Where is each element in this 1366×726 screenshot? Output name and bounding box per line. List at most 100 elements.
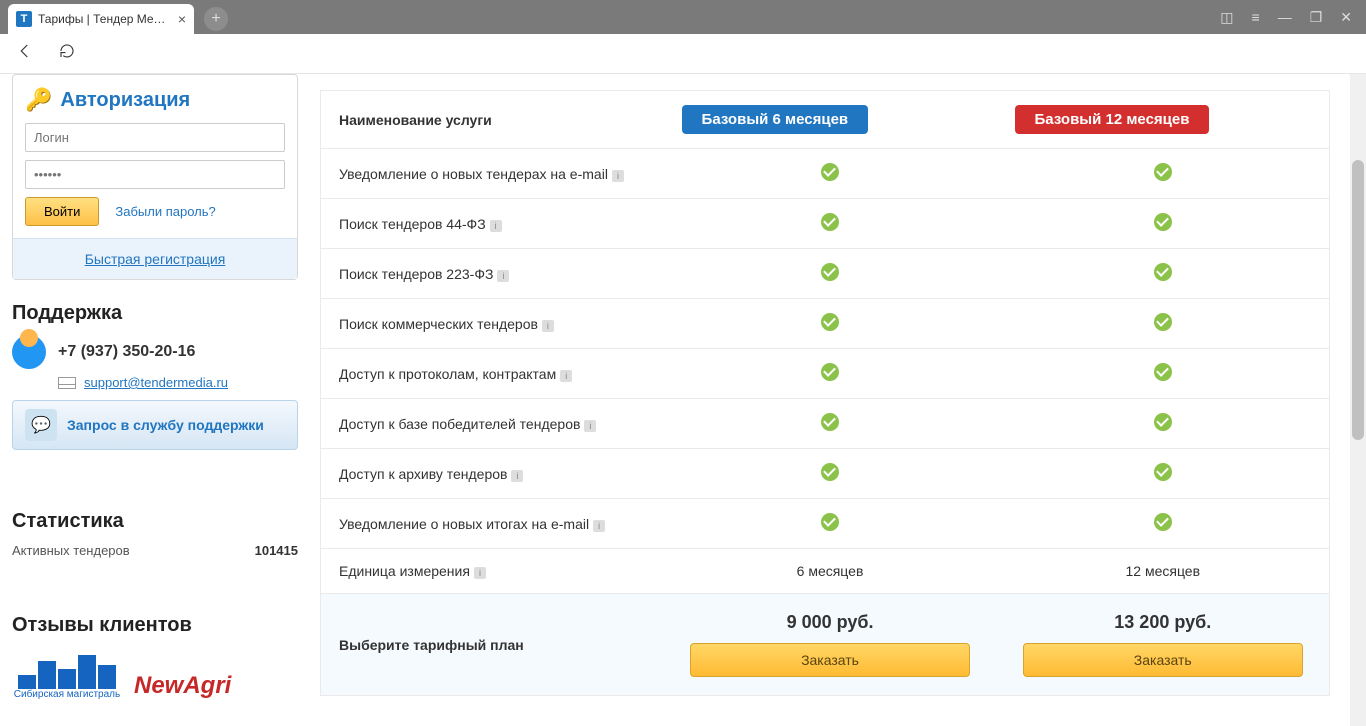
feature-plan2-check [997, 399, 1330, 449]
info-icon[interactable]: i [593, 520, 605, 532]
feature-label: Поиск тендеров 44-ФЗi [321, 199, 664, 249]
feature-label: Уведомление о новых тендерах на e-maili [321, 149, 664, 199]
tab-title: Тарифы | Тендер Меди... [38, 12, 172, 26]
check-icon [821, 163, 839, 181]
feature-plan1-check [664, 299, 997, 349]
reload-button[interactable] [58, 42, 76, 65]
cta-plan2: 13 200 руб. Заказать [997, 594, 1330, 696]
check-icon [821, 313, 839, 331]
client-logo-1-label: Сибирская магистраль [12, 689, 122, 700]
feature-plan2-check [997, 299, 1330, 349]
feature-label: Поиск тендеров 223-ФЗi [321, 249, 664, 299]
support-email[interactable]: support@tendermedia.ru [84, 375, 228, 390]
tab-close-icon[interactable]: × [178, 11, 186, 27]
info-icon[interactable]: i [474, 567, 486, 579]
support-section: Поддержка +7 (937) 350-20-16 support@ten… [12, 302, 298, 450]
check-icon [1154, 313, 1172, 331]
feature-row: Уведомление о новых итогах на e-maili [321, 499, 1330, 549]
scrollbar[interactable] [1350, 74, 1366, 726]
price-plan2: 13 200 руб. [1015, 612, 1311, 633]
feature-label: Доступ к протоколам, контрактамi [321, 349, 664, 399]
stats-section: Статистика Активных тендеров 101415 [12, 510, 298, 558]
quick-register-link[interactable]: Быстрая регистрация [85, 251, 226, 267]
mail-icon [58, 377, 76, 389]
feature-plan2-check [997, 499, 1330, 549]
browser-tab[interactable]: Т Тарифы | Тендер Меди... × [8, 4, 194, 34]
login-button[interactable]: Войти [25, 197, 99, 226]
tab-favicon: Т [16, 11, 32, 27]
feature-plan1-check [664, 349, 997, 399]
feature-label: Поиск коммерческих тендеровi [321, 299, 664, 349]
feature-row: Уведомление о новых тендерах на e-maili [321, 149, 1330, 199]
feature-label: Доступ к архиву тендеровi [321, 449, 664, 499]
feature-row: Доступ к протоколам, контрактамi [321, 349, 1330, 399]
feature-row: Поиск тендеров 223-ФЗi [321, 249, 1330, 299]
client-logo-1: Сибирская магистраль [12, 649, 122, 700]
feature-label: Доступ к базе победителей тендеровi [321, 399, 664, 449]
check-icon [1154, 463, 1172, 481]
bookmarks-icon[interactable]: ◫ [1220, 9, 1233, 26]
header-plan1: Базовый 6 месяцев [664, 91, 997, 149]
client-logo-2: NewAgri [134, 672, 231, 700]
maximize-icon[interactable]: ❐ [1310, 9, 1323, 26]
keys-icon: 🔑 [25, 87, 52, 113]
feature-label: Уведомление о новых итогах на e-maili [321, 499, 664, 549]
menu-icon[interactable]: ≡ [1252, 9, 1260, 25]
info-icon[interactable]: i [612, 170, 624, 182]
info-icon[interactable]: i [490, 220, 502, 232]
price-plan1: 9 000 руб. [682, 612, 979, 633]
stat-value: 101415 [255, 543, 298, 558]
stat-label: Активных тендеров [12, 543, 130, 558]
check-icon [1154, 263, 1172, 281]
feature-row: Поиск тендеров 44-ФЗi [321, 199, 1330, 249]
unit-plan2: 12 месяцев [997, 549, 1330, 594]
feature-plan1-check [664, 499, 997, 549]
check-icon [1154, 213, 1172, 231]
scrollbar-thumb[interactable] [1352, 160, 1364, 440]
main-content: Наименование услуги Базовый 6 месяцев Ба… [310, 74, 1350, 726]
check-icon [1154, 363, 1172, 381]
reviews-section: Отзывы клиентов Сибирская магистраль New… [12, 614, 298, 700]
back-button[interactable] [16, 42, 34, 65]
feature-plan1-check [664, 249, 997, 299]
check-icon [1154, 413, 1172, 431]
feature-plan1-check [664, 199, 997, 249]
unit-plan1: 6 месяцев [664, 549, 997, 594]
window-controls: ◫ ≡ — ❐ ✕ [1220, 0, 1366, 34]
header-feature: Наименование услуги [321, 91, 664, 149]
support-request-button[interactable]: 💬 Запрос в службу поддержки [12, 400, 298, 450]
feature-plan1-check [664, 449, 997, 499]
support-title: Поддержка [12, 302, 298, 325]
check-icon [821, 413, 839, 431]
info-icon[interactable]: i [511, 470, 523, 482]
minimize-icon[interactable]: — [1278, 9, 1292, 25]
browser-toolbar [0, 34, 1366, 74]
phone-icon [12, 335, 46, 369]
info-icon[interactable]: i [542, 320, 554, 332]
sidebar: 🔑 Авторизация Войти Забыли пароль? Быстр… [0, 74, 310, 726]
feature-plan2-check [997, 199, 1330, 249]
unit-label: Единица измеренияi [321, 549, 664, 594]
reviews-title: Отзывы клиентов [12, 614, 298, 637]
forgot-password-link[interactable]: Забыли пароль? [115, 204, 215, 219]
order-button-plan1[interactable]: Заказать [690, 643, 970, 677]
check-icon [1154, 163, 1172, 181]
login-input[interactable] [25, 123, 285, 152]
password-input[interactable] [25, 160, 285, 189]
check-icon [821, 213, 839, 231]
info-icon[interactable]: i [560, 370, 572, 382]
info-icon[interactable]: i [584, 420, 596, 432]
stats-title: Статистика [12, 510, 298, 533]
order-button-plan2[interactable]: Заказать [1023, 643, 1303, 677]
check-icon [821, 363, 839, 381]
header-plan2: Базовый 12 месяцев [997, 91, 1330, 149]
support-phone: +7 (937) 350-20-16 [58, 343, 195, 361]
check-icon [1154, 513, 1172, 531]
new-tab-button[interactable]: + [204, 7, 228, 31]
close-window-icon[interactable]: ✕ [1340, 9, 1352, 26]
plan2-badge: Базовый 12 месяцев [1015, 105, 1210, 134]
browser-tab-bar: Т Тарифы | Тендер Меди... × + ◫ ≡ — ❐ ✕ [0, 0, 1366, 34]
info-icon[interactable]: i [497, 270, 509, 282]
auth-title: Авторизация [60, 89, 190, 112]
check-icon [821, 513, 839, 531]
